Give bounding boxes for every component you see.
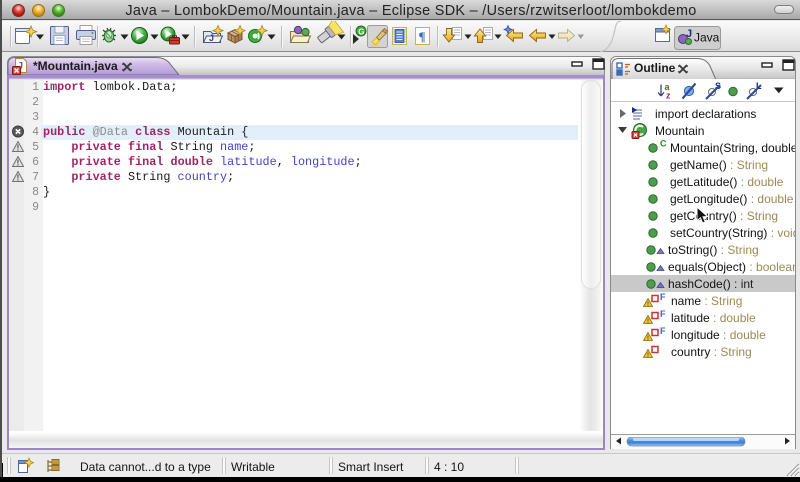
svg-text:!: ! [17, 159, 20, 168]
svg-text:!: ! [17, 144, 20, 153]
svg-text:!: ! [647, 302, 649, 308]
svg-text:F: F [660, 326, 666, 336]
svg-text:Java: Java [694, 31, 720, 45]
svg-text:C: C [660, 139, 667, 149]
svg-text:!: ! [647, 336, 649, 342]
svg-text:¶: ¶ [419, 29, 426, 44]
svg-text:G: G [358, 27, 364, 36]
svg-text:J: J [686, 28, 692, 40]
svg-text:!: ! [17, 174, 20, 183]
svg-text:J: J [209, 33, 214, 43]
svg-text:!: ! [647, 353, 649, 359]
svg-text:!: ! [647, 319, 649, 325]
svg-text:F: F [660, 292, 666, 302]
svg-text:F: F [660, 309, 666, 319]
